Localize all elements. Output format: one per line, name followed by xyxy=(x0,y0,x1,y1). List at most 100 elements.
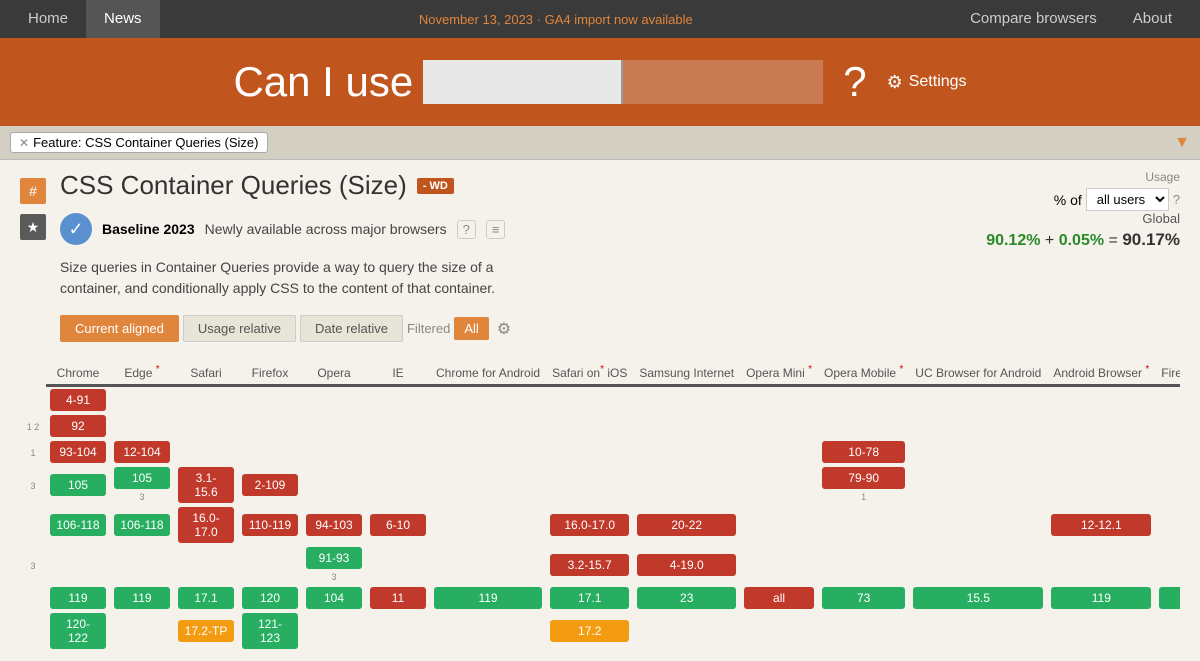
cell-ie[interactable]: 11 xyxy=(366,585,430,611)
cell-chrome[interactable]: 105 xyxy=(46,465,110,505)
spec-badge: - WD xyxy=(417,178,454,194)
baseline-year: Baseline 2023 xyxy=(102,221,195,237)
cell-samsung[interactable]: 4-19.0 xyxy=(633,545,740,585)
cell-ie xyxy=(366,413,430,439)
cell-opera[interactable]: 91-933 xyxy=(302,545,366,585)
cell-chrome-android[interactable]: 119 xyxy=(430,585,546,611)
cell-safari xyxy=(174,545,238,585)
cell-android[interactable]: 119 xyxy=(1047,585,1155,611)
cell-android xyxy=(1047,386,1155,414)
baseline-bookmark-icon[interactable]: ≡ xyxy=(486,220,506,239)
row-icon: 1 2 xyxy=(20,413,46,439)
cell-safari[interactable]: 16.0-17.0 xyxy=(174,505,238,545)
th-samsung: Samsung Internet xyxy=(633,360,740,386)
table-row: 3 105 1053 3.1-15.6 2-109 79-901 xyxy=(20,465,1180,505)
search-input-2[interactable] xyxy=(623,60,823,104)
cell-edge[interactable]: 119 xyxy=(110,585,174,611)
cell-opera[interactable]: 104 xyxy=(302,585,366,611)
cell-edge xyxy=(110,545,174,585)
cell-edge[interactable]: 12-104 xyxy=(110,439,174,465)
th-opera-mobile: Opera Mobile * xyxy=(818,360,909,386)
cell-chrome-android xyxy=(430,545,546,585)
baseline-help-icon[interactable]: ? xyxy=(457,220,476,239)
cell-chrome-android xyxy=(430,611,546,651)
cell-firefox-android xyxy=(1155,413,1180,439)
cell-chrome[interactable]: 4-91 xyxy=(46,386,110,414)
cell-safari xyxy=(174,413,238,439)
cell-firefox xyxy=(238,439,302,465)
cell-safari-ios[interactable]: 17.2 xyxy=(546,611,633,651)
cell-firefox[interactable]: 110-119 xyxy=(238,505,302,545)
cell-samsung xyxy=(633,386,740,414)
cell-opera[interactable]: 94-103 xyxy=(302,505,366,545)
cell-android[interactable]: 12-12.1 xyxy=(1047,505,1155,545)
nav-compare[interactable]: Compare browsers xyxy=(952,0,1115,38)
cell-safari-ios xyxy=(546,413,633,439)
cell-safari-ios[interactable]: 3.2-15.7 xyxy=(546,545,633,585)
th-firefox-android: Firefox for Android xyxy=(1155,360,1180,386)
usage-label: Usage xyxy=(920,170,1180,184)
cell-android xyxy=(1047,611,1155,651)
usage-help-icon[interactable]: ? xyxy=(1173,192,1180,207)
settings-button[interactable]: ⚙ Settings xyxy=(887,72,967,93)
cell-edge[interactable]: 106-118 xyxy=(110,505,174,545)
cell-safari[interactable]: 17.2-TP xyxy=(174,611,238,651)
cell-edge[interactable]: 1053 xyxy=(110,465,174,505)
cell-android xyxy=(1047,465,1155,505)
cell-safari[interactable]: 3.1-15.6 xyxy=(174,465,238,505)
cell-chrome-android xyxy=(430,465,546,505)
cell-chrome[interactable]: 120-122 xyxy=(46,611,110,651)
cell-uc xyxy=(909,505,1047,545)
cell-opera-mobile[interactable]: 73 xyxy=(818,585,909,611)
hash-button[interactable]: # xyxy=(20,178,46,204)
cell-safari-ios[interactable]: 17.1 xyxy=(546,585,633,611)
tab-usage-relative[interactable]: Usage relative xyxy=(183,315,296,342)
cell-uc[interactable]: 15.5 xyxy=(909,585,1047,611)
cell-opera-mini xyxy=(740,545,818,585)
table-row: 119 119 17.1 120 104 11 119 17.1 23 all … xyxy=(20,585,1180,611)
breadcrumb-tag[interactable]: ✕ Feature: CSS Container Queries (Size) xyxy=(10,132,268,153)
cell-opera xyxy=(302,611,366,651)
tab-settings-icon[interactable]: ⚙ xyxy=(497,319,511,339)
cell-safari-ios[interactable]: 16.0-17.0 xyxy=(546,505,633,545)
cell-firefox-android[interactable]: 119 xyxy=(1155,585,1180,611)
tab-date-relative[interactable]: Date relative xyxy=(300,315,403,342)
cell-firefox[interactable]: 121-123 xyxy=(238,611,302,651)
cell-ie[interactable]: 6-10 xyxy=(366,505,430,545)
cell-samsung[interactable]: 23 xyxy=(633,585,740,611)
cell-opera-mini xyxy=(740,439,818,465)
cell-safari[interactable]: 17.1 xyxy=(174,585,238,611)
cell-chrome[interactable]: 92 xyxy=(46,413,110,439)
cell-opera-mobile[interactable]: 10-78 xyxy=(818,439,909,465)
cell-chrome[interactable]: 119 xyxy=(46,585,110,611)
close-icon[interactable]: ✕ xyxy=(19,136,29,150)
cell-firefox[interactable]: 2-109 xyxy=(238,465,302,505)
cell-firefox[interactable]: 120 xyxy=(238,585,302,611)
feature-info: CSS Container Queries (Size) - WD ✓ Base… xyxy=(60,170,910,354)
nav-news[interactable]: News xyxy=(86,0,160,38)
tabs-row: Current aligned Usage relative Date rela… xyxy=(60,315,910,342)
cell-opera-mini[interactable]: all xyxy=(740,585,818,611)
tab-all-button[interactable]: All xyxy=(454,317,488,340)
cell-chrome-android xyxy=(430,386,546,414)
usage-user-select[interactable]: all users xyxy=(1086,188,1169,211)
cell-chrome[interactable]: 106-118 xyxy=(46,505,110,545)
search-input-1[interactable] xyxy=(423,60,623,104)
nav-home[interactable]: Home xyxy=(10,0,86,38)
cell-samsung[interactable]: 20-22 xyxy=(633,505,740,545)
th-opera: Opera xyxy=(302,360,366,386)
tab-filtered-label: Filtered xyxy=(407,321,450,336)
cell-opera-mini xyxy=(740,465,818,505)
breadcrumb-label: Feature: CSS Container Queries (Size) xyxy=(33,135,258,150)
cell-chrome[interactable]: 93-104 xyxy=(46,439,110,465)
filter-icon[interactable]: ▼ xyxy=(1174,134,1190,152)
cell-opera-mobile xyxy=(818,413,909,439)
cell-chrome-android xyxy=(430,439,546,465)
nav-link[interactable]: GA4 import now available xyxy=(545,12,693,27)
th-empty xyxy=(20,360,46,386)
cell-chrome-android xyxy=(430,413,546,439)
cell-opera-mobile[interactable]: 79-901 xyxy=(818,465,909,505)
star-button[interactable]: ★ xyxy=(20,214,46,240)
nav-about[interactable]: About xyxy=(1115,0,1190,38)
tab-current-aligned[interactable]: Current aligned xyxy=(60,315,179,342)
